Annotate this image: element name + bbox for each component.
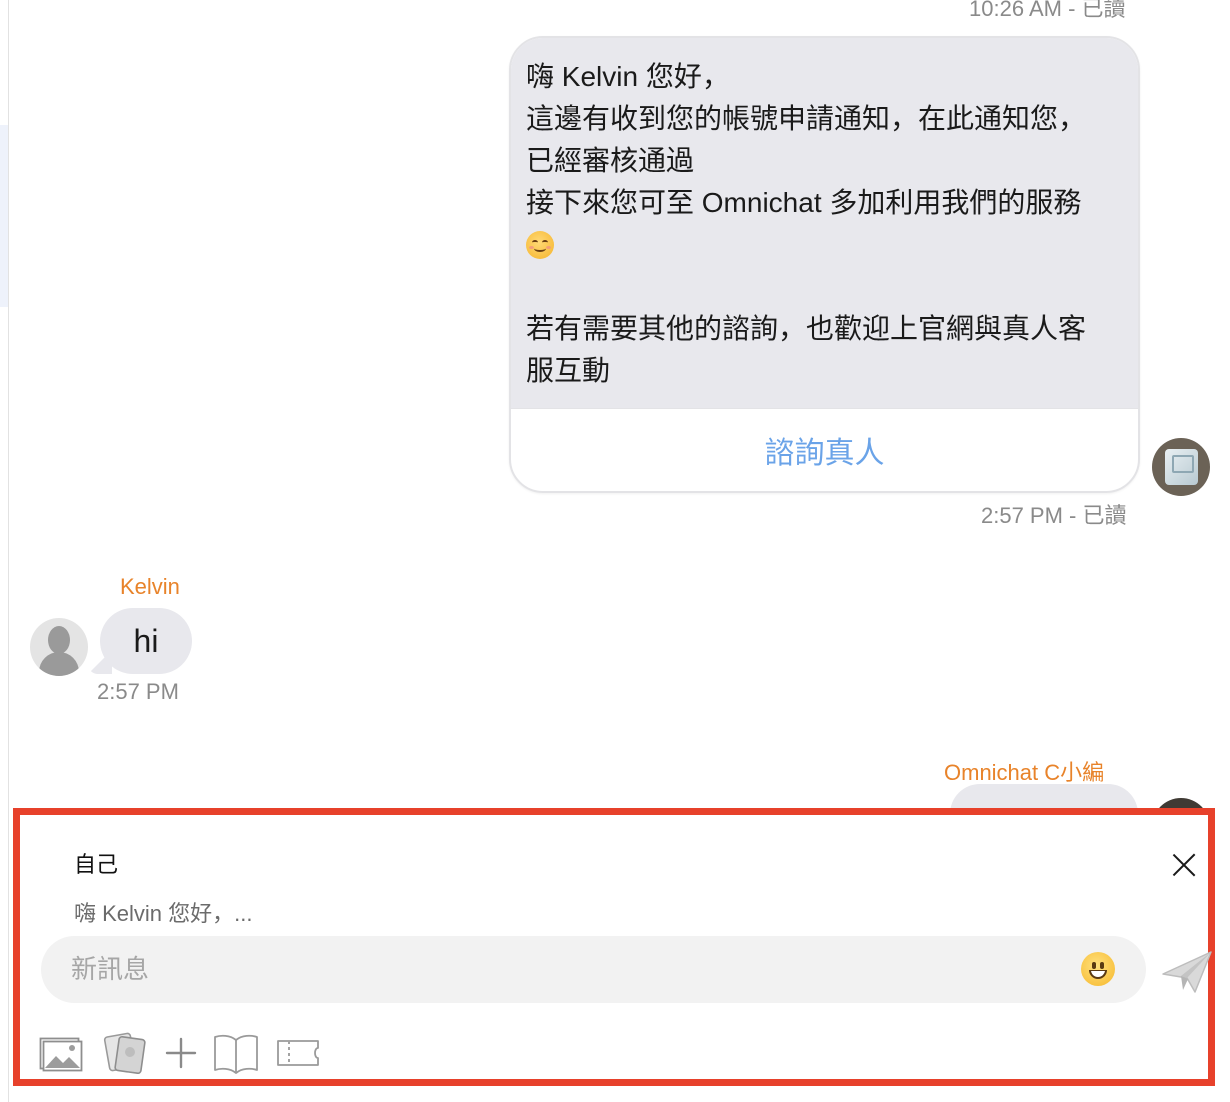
book-icon[interactable] <box>213 1032 259 1074</box>
card-message-meta: 2:57 PM - 已讀 <box>981 503 1127 528</box>
incoming-message-time: 2:57 PM <box>97 679 179 704</box>
card-line: 已經審核通過 <box>526 145 695 176</box>
incoming-message-bubble: hi <box>100 608 192 674</box>
smiling-face-icon <box>526 230 554 259</box>
card-line: 服互動 <box>526 355 611 386</box>
customer-avatar[interactable] <box>30 618 88 676</box>
card-line: 嗨 Kelvin 您好， <box>526 61 730 92</box>
left-panel-edge <box>0 125 8 307</box>
emoji-picker-icon[interactable] <box>1081 952 1115 986</box>
message-input[interactable] <box>71 936 1061 1003</box>
plus-icon[interactable] <box>163 1032 199 1074</box>
outgoing-sender-name: Omnichat C小編 <box>944 760 1105 785</box>
card-line-emoji <box>526 224 1124 266</box>
chat-window: 10:26 AM - 已讀 嗨 Kelvin 您好， 這邊有收到您的帳號申請通知… <box>0 0 1230 1102</box>
card-line <box>526 266 1124 308</box>
sticker-icon[interactable] <box>102 1032 148 1074</box>
left-divider <box>8 0 9 1102</box>
card-body: 嗨 Kelvin 您好， 這邊有收到您的帳號申請通知，在此通知您， 已經審核通過… <box>511 38 1138 408</box>
message-meta-top: 10:26 AM - 已讀 <box>969 0 1126 21</box>
card-line: 若有需要其他的諮詢，也歡迎上官網與真人客 <box>526 313 1087 344</box>
reply-to-name: 自己 <box>74 852 119 877</box>
incoming-sender-name: Kelvin <box>120 574 180 599</box>
card-line: 接下來您可至 Omnichat 多加利用我們的服務 <box>526 187 1082 218</box>
close-reply-icon[interactable] <box>1170 851 1198 879</box>
send-icon[interactable] <box>1161 948 1213 996</box>
outgoing-card-message: 嗨 Kelvin 您好， 這邊有收到您的帳號申請通知，在此通知您， 已經審核通過… <box>509 36 1140 493</box>
composer-toolbar <box>39 1032 321 1074</box>
consult-human-button[interactable]: 諮詢真人 <box>511 408 1138 491</box>
agent-avatar[interactable] <box>1152 438 1210 496</box>
image-icon[interactable] <box>39 1032 83 1074</box>
reply-to-preview: 嗨 Kelvin 您好，... <box>74 901 253 926</box>
message-composer: 自己 嗨 Kelvin 您好，... <box>13 808 1215 1086</box>
card-line: 這邊有收到您的帳號申請通知，在此通知您， <box>526 103 1087 134</box>
ticket-icon[interactable] <box>275 1032 321 1074</box>
message-input-wrapper <box>41 936 1146 1003</box>
